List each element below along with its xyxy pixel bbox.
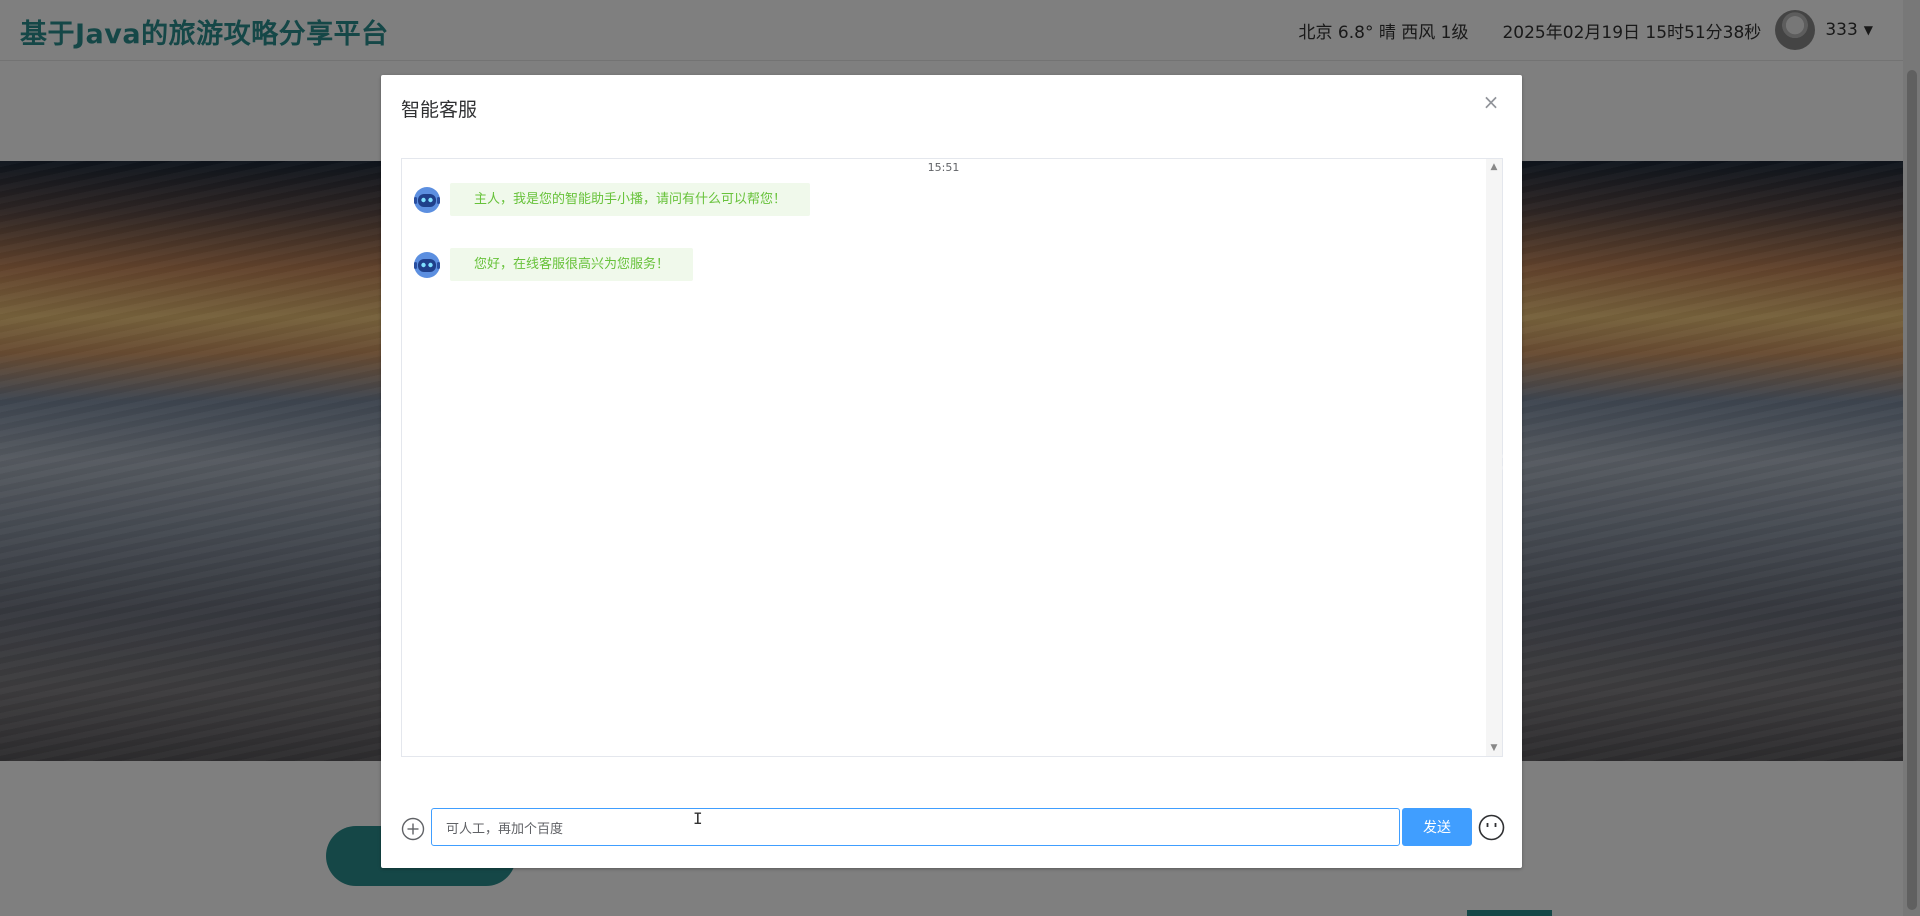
scroll-down-icon[interactable]: ▼ [1486,740,1502,756]
emoji-icon[interactable] [1478,814,1505,841]
close-icon[interactable]: × [1480,91,1502,113]
robot-avatar-icon [414,251,440,278]
chevron-right-icon[interactable]: › [1499,441,1513,481]
plus-circle-icon[interactable] [401,817,425,841]
scroll-up-icon[interactable]: ▲ [1486,159,1502,175]
bot-message-bubble: 主人，我是您的智能助手小播，请问有什么可以帮您！ [450,183,811,216]
message-input[interactable] [431,808,1400,846]
chat-timestamp: 15:51 [927,161,960,174]
chat-message: 您好，在线客服很高兴为您服务！ [412,248,694,281]
text-cursor-icon: I [693,809,703,828]
dialog-title: 智能客服 [401,99,478,121]
robot-avatar-icon [414,186,440,213]
customer-service-dialog: 智能客服 × 15:51 主人，我是您的智能助手小播，请问有什么可以帮您！ 您好… [381,75,1522,868]
send-button[interactable]: 发送 [1402,808,1472,846]
chat-input-row: 发送 [401,808,1505,850]
bot-message-bubble: 您好，在线客服很高兴为您服务！ [450,248,694,281]
chat-message: 主人，我是您的智能助手小播，请问有什么可以帮您！ [412,183,811,216]
chat-message-area[interactable]: 15:51 主人，我是您的智能助手小播，请问有什么可以帮您！ 您好，在线客服很高… [401,158,1503,757]
